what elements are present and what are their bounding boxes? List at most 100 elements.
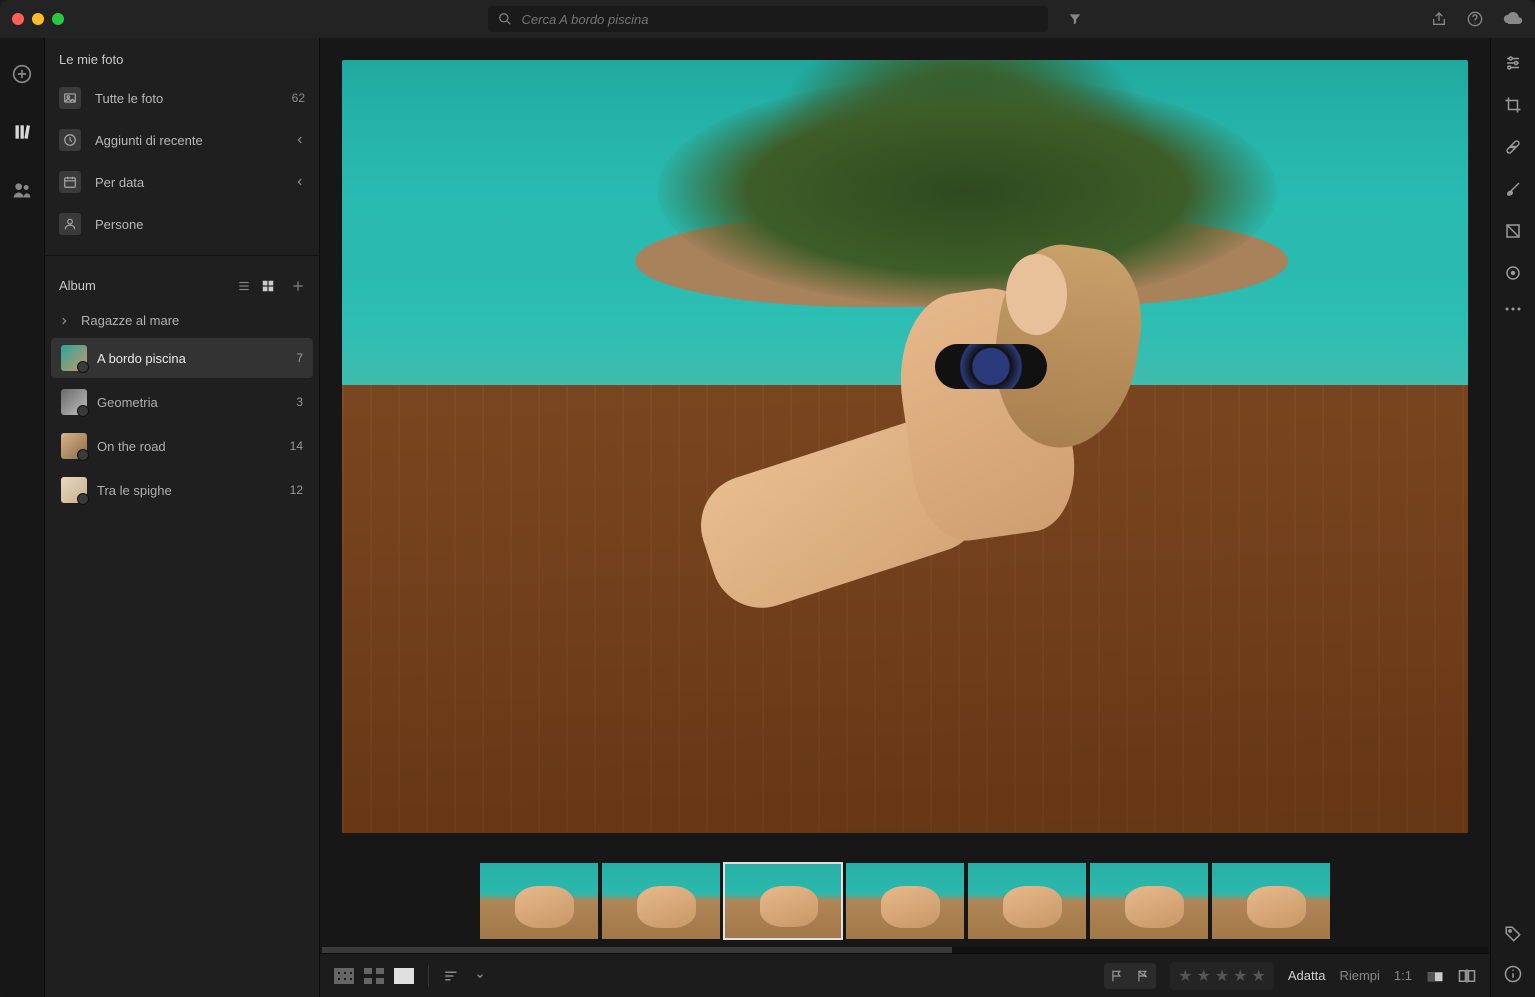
- divider: [45, 255, 319, 256]
- linear-gradient-icon[interactable]: [1504, 222, 1522, 240]
- compare-icon[interactable]: [1458, 968, 1476, 984]
- album-item-on-the-road[interactable]: On the road 14: [51, 426, 313, 466]
- zoom-fit-button[interactable]: Adatta: [1288, 968, 1326, 983]
- keywords-tag-icon[interactable]: [1504, 925, 1522, 943]
- sidebar-item-label: Persone: [95, 217, 143, 232]
- filmstrip: [320, 855, 1490, 947]
- search-icon: [498, 12, 512, 26]
- close-window-button[interactable]: [12, 13, 24, 25]
- filmstrip-thumb-selected[interactable]: [723, 862, 843, 940]
- album-item-tra-le-spighe[interactable]: Tra le spighe 12: [51, 470, 313, 510]
- album-thumb: [61, 345, 87, 371]
- album-thumb: [61, 477, 87, 503]
- filter-icon[interactable]: [1068, 12, 1082, 26]
- sort-dropdown-icon[interactable]: [475, 971, 485, 981]
- album-count: 7: [296, 351, 303, 365]
- star-icon[interactable]: ★: [1215, 966, 1229, 986]
- cloud-sync-icon[interactable]: [1503, 11, 1523, 27]
- left-panel: Le mie foto Tutte le foto 62 Aggiunti di…: [45, 38, 320, 997]
- library-icon[interactable]: [0, 116, 45, 148]
- show-original-icon[interactable]: [1426, 969, 1444, 983]
- edit-sliders-icon[interactable]: [1504, 54, 1522, 72]
- sidebar-people[interactable]: Persone: [45, 203, 319, 245]
- star-icon[interactable]: ★: [1252, 966, 1266, 986]
- album-header-row: Album: [45, 266, 319, 305]
- radial-gradient-icon[interactable]: [1504, 264, 1522, 282]
- heal-bandaid-icon[interactable]: [1504, 138, 1522, 156]
- star-icon[interactable]: ★: [1233, 966, 1247, 986]
- star-icon[interactable]: ★: [1178, 966, 1192, 986]
- filmstrip-thumb[interactable]: [967, 862, 1087, 940]
- album-label: A bordo piscina: [97, 351, 186, 366]
- star-rating[interactable]: ★ ★ ★ ★ ★: [1170, 962, 1274, 990]
- album-count: 14: [290, 439, 303, 453]
- window-controls: [12, 13, 64, 25]
- single-view-button[interactable]: [394, 968, 414, 984]
- sort-icon[interactable]: [443, 969, 461, 983]
- list-view-icon[interactable]: [237, 279, 251, 293]
- calendar-icon: [59, 171, 81, 193]
- grid-small-view-button[interactable]: [334, 968, 354, 984]
- album-thumb: [61, 433, 87, 459]
- album-label: On the road: [97, 439, 166, 454]
- flag-buttons: [1104, 963, 1156, 989]
- chevron-left-icon: [295, 135, 305, 145]
- photos-icon: [59, 87, 81, 109]
- more-icon[interactable]: [1504, 306, 1522, 312]
- sidebar-item-count: 62: [292, 91, 305, 105]
- flag-reject-button[interactable]: [1130, 963, 1156, 989]
- zoom-fill-button[interactable]: Riempi: [1339, 968, 1379, 983]
- my-photos-header: Le mie foto: [45, 38, 319, 77]
- sidebar-by-date[interactable]: Per data: [45, 161, 319, 203]
- search-input[interactable]: [522, 12, 1038, 27]
- filmstrip-thumb[interactable]: [601, 862, 721, 940]
- search-field-wrap[interactable]: [488, 6, 1048, 32]
- add-photos-icon[interactable]: [0, 58, 45, 90]
- sidebar-recent[interactable]: Aggiunti di recente: [45, 119, 319, 161]
- sidebar-all-photos[interactable]: Tutte le foto 62: [45, 77, 319, 119]
- star-icon[interactable]: ★: [1196, 966, 1210, 986]
- titlebar: [0, 0, 1535, 38]
- album-count: 12: [290, 483, 303, 497]
- flag-pick-button[interactable]: [1104, 963, 1130, 989]
- filmstrip-thumb[interactable]: [1089, 862, 1209, 940]
- sidebar-item-label: Aggiunti di recente: [95, 133, 203, 148]
- album-label: Tra le spighe: [97, 483, 172, 498]
- right-rail: [1490, 38, 1535, 997]
- sidebar-item-label: Per data: [95, 175, 144, 190]
- left-rail: [0, 38, 45, 997]
- brush-icon[interactable]: [1504, 180, 1522, 198]
- album-count: 3: [296, 395, 303, 409]
- photo-viewer[interactable]: [320, 38, 1490, 855]
- album-label: Geometria: [97, 395, 158, 410]
- people-icon[interactable]: [0, 174, 45, 206]
- filmstrip-thumb[interactable]: [479, 862, 599, 940]
- album-group[interactable]: Ragazze al mare: [45, 305, 319, 336]
- crop-icon[interactable]: [1504, 96, 1522, 114]
- filmstrip-thumb[interactable]: [1211, 862, 1331, 940]
- grid-large-view-button[interactable]: [364, 968, 384, 984]
- bottom-toolbar: ★ ★ ★ ★ ★ Adatta Riempi 1:1: [320, 953, 1490, 997]
- separator: [428, 965, 429, 987]
- person-icon: [59, 213, 81, 235]
- zoom-1to1-button[interactable]: 1:1: [1394, 968, 1412, 983]
- maximize-window-button[interactable]: [52, 13, 64, 25]
- album-thumb: [61, 389, 87, 415]
- album-item-geometria[interactable]: Geometria 3: [51, 382, 313, 422]
- center-column: ★ ★ ★ ★ ★ Adatta Riempi 1:1: [320, 38, 1490, 997]
- share-icon[interactable]: [1431, 11, 1447, 27]
- album-item-a-bordo-piscina[interactable]: A bordo piscina 7: [51, 338, 313, 378]
- help-icon[interactable]: [1467, 11, 1483, 27]
- chevron-right-icon: [59, 316, 71, 326]
- album-group-label: Ragazze al mare: [81, 313, 179, 328]
- sidebar-item-label: Tutte le foto: [95, 91, 163, 106]
- main-photo: [342, 60, 1468, 833]
- add-album-icon[interactable]: [291, 279, 305, 293]
- chevron-left-icon: [295, 177, 305, 187]
- filmstrip-thumb[interactable]: [845, 862, 965, 940]
- minimize-window-button[interactable]: [32, 13, 44, 25]
- clock-icon: [59, 129, 81, 151]
- grid-view-icon[interactable]: [261, 279, 275, 293]
- album-header: Album: [59, 278, 227, 293]
- info-icon[interactable]: [1504, 965, 1522, 983]
